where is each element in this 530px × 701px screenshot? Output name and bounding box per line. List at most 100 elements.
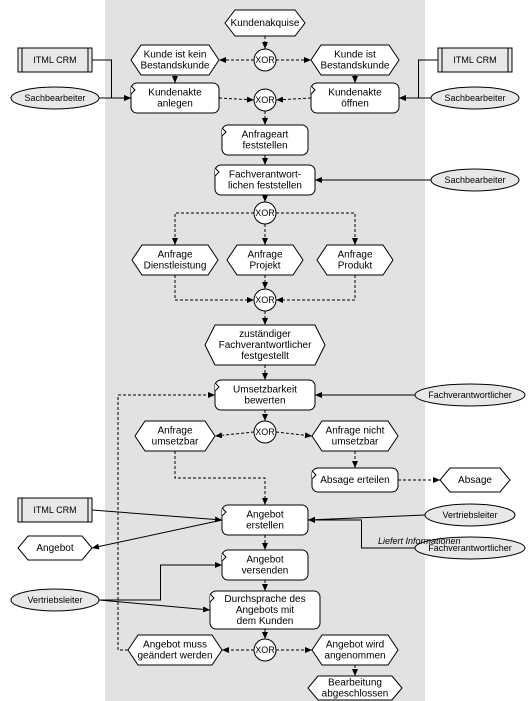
svg-text:Anfrage: Anfrage — [157, 426, 192, 437]
svg-text:Umsetzbarkeit: Umsetzbarkeit — [233, 385, 297, 396]
svg-text:umsetzbar: umsetzbar — [332, 437, 379, 448]
svg-text:ITML CRM: ITML CRM — [33, 505, 76, 515]
svg-text:lichen feststellen: lichen feststellen — [228, 181, 302, 192]
svg-text:Angebot wird: Angebot wird — [326, 640, 384, 651]
svg-text:XOR: XOR — [255, 208, 275, 218]
svg-text:Kundenakte: Kundenakte — [328, 88, 382, 99]
svg-text:Dienstleistung: Dienstleistung — [144, 261, 207, 272]
annotation: Liefert Informationen — [378, 536, 461, 546]
node-x4: XOR — [254, 289, 276, 311]
svg-text:Sachbearbeiter: Sachbearbeiter — [444, 93, 505, 103]
node-e_geaendert: Angebot mussgeändert werden — [128, 635, 222, 665]
node-e_umsetzbar: Anfrageumsetzbar — [135, 421, 215, 451]
svg-text:Angebot: Angebot — [246, 510, 283, 521]
svg-text:erstellen: erstellen — [246, 521, 284, 532]
node-ann_liefert: Liefert Informationen — [378, 536, 461, 546]
svg-text:Anfrageart: Anfrageart — [242, 130, 289, 141]
node-s_itml_r1: ITML CRM — [438, 48, 512, 72]
svg-text:XOR: XOR — [255, 295, 275, 305]
svg-text:Anfrage nicht: Anfrage nicht — [326, 426, 385, 437]
node-f_umsetz: Umsetzbarkeitbewerten — [215, 380, 315, 410]
svg-text:Projekt: Projekt — [249, 261, 280, 272]
svg-text:XOR: XOR — [255, 95, 275, 105]
svg-text:Absage: Absage — [458, 475, 492, 486]
svg-text:ITML CRM: ITML CRM — [33, 55, 76, 65]
node-f_absage: Absage erteilen — [312, 468, 398, 492]
node-s_itml_l2: ITML CRM — [18, 498, 92, 522]
svg-text:Sachbearbeiter: Sachbearbeiter — [24, 93, 85, 103]
svg-text:dem Kunden: dem Kunden — [237, 616, 294, 627]
node-f_angebot_erstellen: Angeboterstellen — [222, 505, 308, 535]
node-s_itml_l1: ITML CRM — [18, 48, 92, 72]
node-x5: XOR — [254, 421, 276, 443]
node-x1: XOR — [254, 49, 276, 71]
svg-text:XOR: XOR — [255, 55, 275, 65]
node-f_angebot_versenden: Angebotversenden — [222, 550, 308, 580]
svg-text:Bestandskunde: Bestandskunde — [321, 61, 390, 72]
node-e_angenommen: Angebot wirdangenommen — [312, 635, 398, 665]
node-o_vert_r: Vertriebsleiter — [425, 504, 515, 526]
node-e_best: Kunde istBestandskunde — [311, 45, 399, 75]
node-o_fachver_r1: Fachverantwortlicher — [415, 384, 525, 406]
svg-text:feststellen: feststellen — [242, 141, 287, 152]
svg-text:Anfrage: Anfrage — [337, 250, 372, 261]
epk-diagram: KundenakquiseXORKunde ist keinBestandsku… — [0, 0, 530, 701]
node-x2: XOR — [254, 89, 276, 111]
svg-text:Anfrage: Anfrage — [157, 250, 192, 261]
node-o_sach_r1: Sachbearbeiter — [431, 87, 519, 109]
svg-text:Bestandskunde: Bestandskunde — [141, 61, 210, 72]
node-e_numsetzbar: Anfrage nichtumsetzbar — [312, 421, 398, 451]
node-e_anf_prj: AnfrageProjekt — [227, 245, 303, 275]
svg-text:abgeschlossen: abgeschlossen — [322, 689, 389, 700]
node-e_anf_dl: AnfrageDienstleistung — [132, 245, 218, 275]
node-e_absage: Absage — [440, 468, 510, 492]
node-o_sach_l1: Sachbearbeiter — [11, 87, 99, 109]
svg-text:Angebot muss: Angebot muss — [143, 640, 207, 651]
svg-text:Fachverantwortlicher: Fachverantwortlicher — [219, 340, 312, 351]
svg-text:Kunde ist: Kunde ist — [334, 50, 376, 61]
node-e_kein_best: Kunde ist keinBestandskunde — [131, 45, 219, 75]
node-o_sach_r2: Sachbearbeiter — [431, 169, 519, 191]
svg-text:versenden: versenden — [242, 566, 289, 577]
svg-text:Fachverantwortlicher: Fachverantwortlicher — [428, 390, 512, 400]
svg-text:Angebot: Angebot — [246, 555, 283, 566]
svg-text:XOR: XOR — [255, 645, 275, 655]
node-f_fachver: Fachverantwort-lichen feststellen — [215, 165, 315, 195]
node-f_oeffnen: Kundenakteöffnen — [311, 83, 399, 113]
node-e_angebot_out: Angebot — [18, 536, 92, 560]
node-e_zustaendig: zuständigerFachverantwortlicherfestgeste… — [205, 325, 325, 365]
node-o_vert_l: Vertriebsleiter — [11, 589, 99, 611]
svg-text:Vertriebsleiter: Vertriebsleiter — [442, 510, 497, 520]
svg-text:Bearbeitung: Bearbeitung — [328, 678, 382, 689]
svg-text:XOR: XOR — [255, 427, 275, 437]
svg-text:zuständiger: zuständiger — [239, 329, 291, 340]
svg-text:Kundenakquise: Kundenakquise — [231, 18, 300, 29]
svg-text:Vertriebsleiter: Vertriebsleiter — [27, 595, 82, 605]
svg-text:Fachverantwort-: Fachverantwort- — [229, 170, 301, 181]
svg-text:Sachbearbeiter: Sachbearbeiter — [444, 175, 505, 185]
node-x3: XOR — [254, 202, 276, 224]
svg-text:Produkt: Produkt — [338, 261, 373, 272]
node-x6: XOR — [254, 639, 276, 661]
svg-text:anlegen: anlegen — [157, 99, 193, 110]
svg-text:öffnen: öffnen — [341, 99, 369, 110]
svg-text:bewerten: bewerten — [244, 396, 285, 407]
svg-text:festgestellt: festgestellt — [241, 351, 289, 362]
svg-text:Angebot: Angebot — [36, 543, 73, 554]
svg-text:Durchsprache des: Durchsprache des — [224, 594, 305, 605]
svg-text:geändert werden: geändert werden — [137, 651, 212, 662]
svg-text:Anfrage: Anfrage — [247, 250, 282, 261]
svg-text:umsetzbar: umsetzbar — [152, 437, 199, 448]
svg-text:ITML CRM: ITML CRM — [453, 55, 496, 65]
node-f_durchsprache: Durchsprache desAngebots mitdem Kunden — [210, 591, 320, 629]
node-e_kundenakquise: Kundenakquise — [225, 10, 305, 36]
node-f_anfrageart: Anfrageartfeststellen — [222, 125, 308, 155]
node-e_abgeschlossen: Bearbeitungabgeschlossen — [308, 676, 402, 700]
svg-text:Kundenakte: Kundenakte — [148, 88, 202, 99]
svg-text:angenommen: angenommen — [324, 651, 385, 662]
svg-text:Kunde ist kein: Kunde ist kein — [144, 50, 207, 61]
node-e_anf_prd: AnfrageProdukt — [317, 245, 393, 275]
node-f_anlegen: Kundenakteanlegen — [131, 83, 219, 113]
svg-text:Absage erteilen: Absage erteilen — [320, 475, 390, 486]
svg-text:Angebots mit: Angebots mit — [236, 605, 295, 616]
